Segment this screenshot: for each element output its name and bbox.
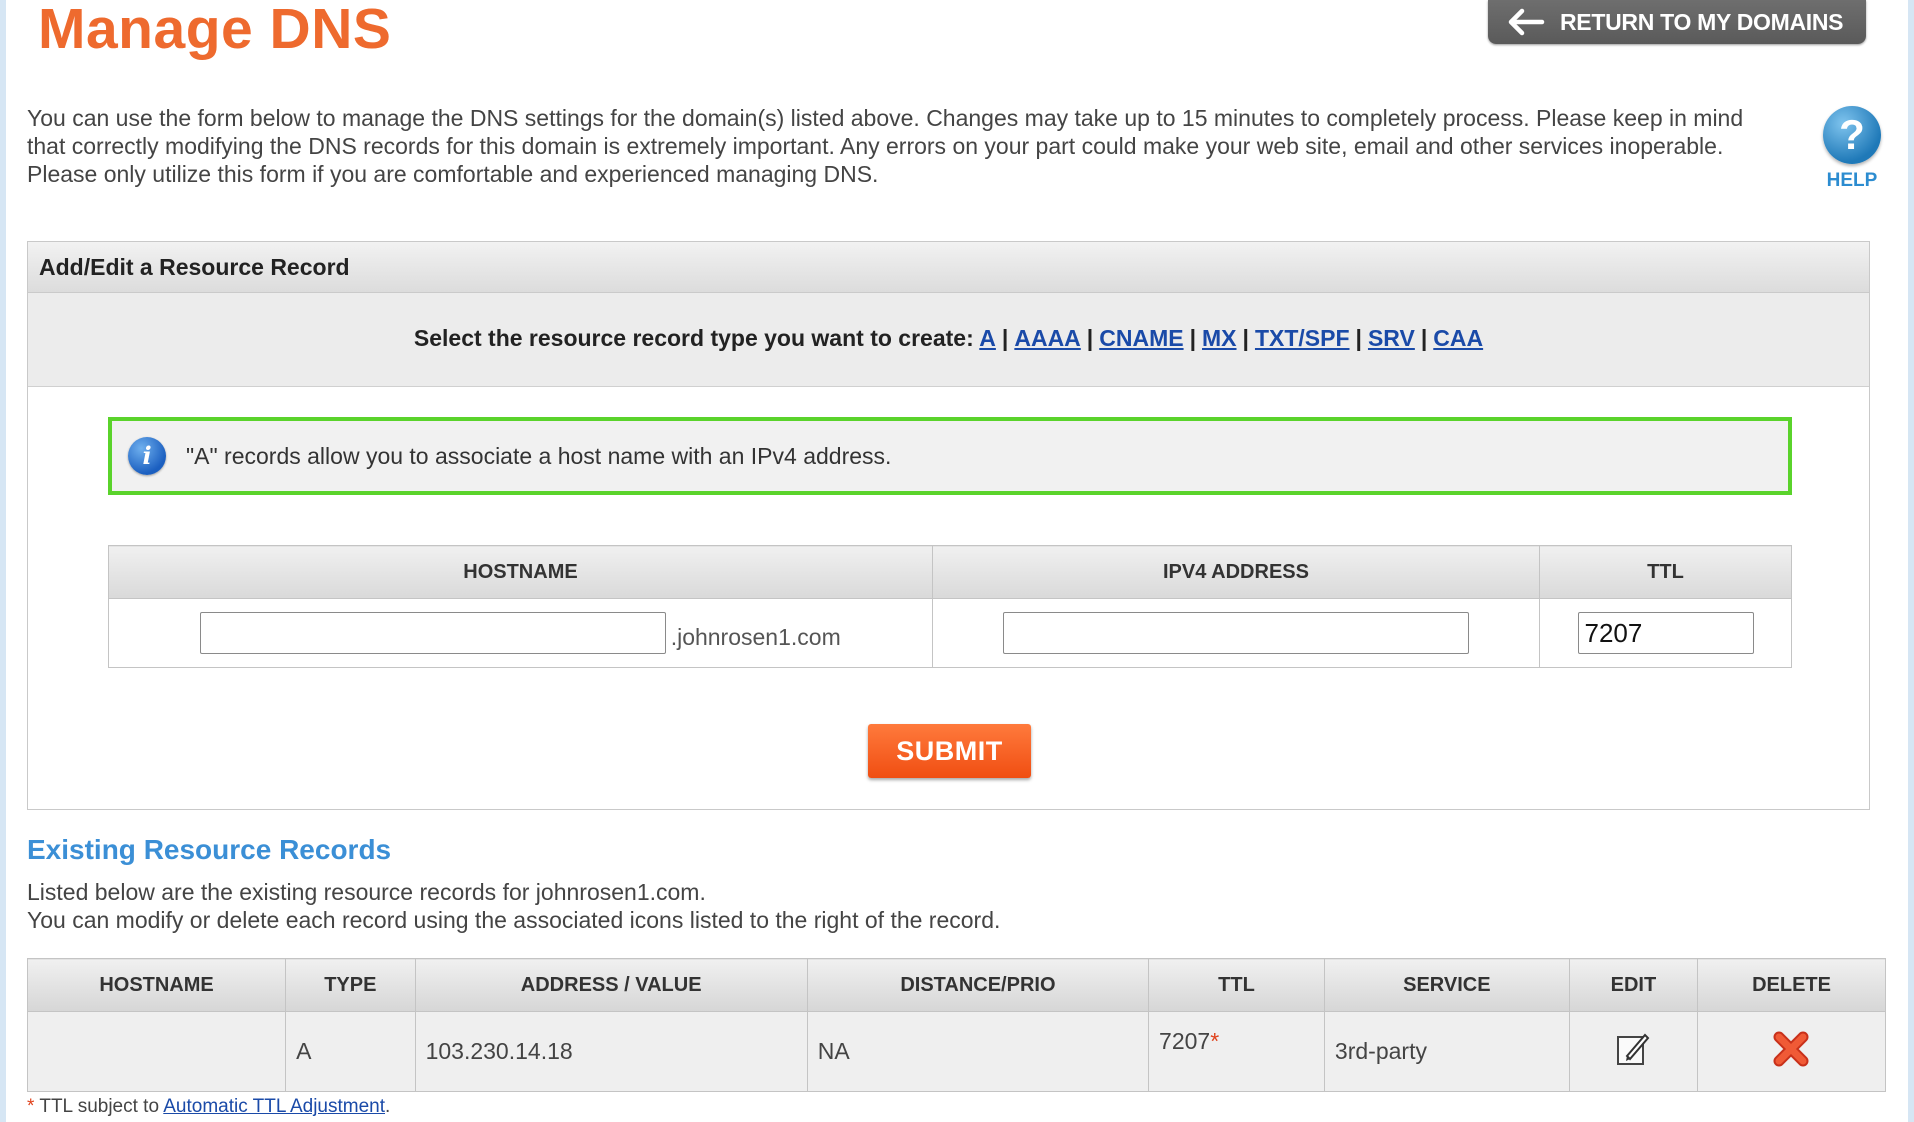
records-header-type: TYPE: [285, 958, 416, 1012]
domain-suffix: .johnrosen1.com: [670, 623, 841, 650]
record-info-text: "A" records allow you to associate a hos…: [186, 442, 892, 469]
record-type-mx-link[interactable]: MX: [1202, 325, 1237, 351]
table-row: A 103.230.14.18 NA 7207* 3rd-party: [27, 1011, 1886, 1092]
record-info-box: i "A" records allow you to associate a h…: [108, 417, 1792, 495]
existing-desc-line2: You can modify or delete each record usi…: [27, 907, 1001, 933]
existing-records-table: HOSTNAME TYPE ADDRESS / VALUE DISTANCE/P…: [27, 958, 1886, 1092]
existing-desc-line1: Listed below are the existing resource r…: [27, 879, 706, 905]
record-value: 103.230.14.18: [414, 1011, 808, 1092]
records-header-hostname: HOSTNAME: [27, 958, 286, 1012]
record-type-aaaa-link[interactable]: AAAA: [1014, 325, 1080, 351]
record-type-selector: Select the resource record type you want…: [28, 293, 1869, 387]
records-header-edit: EDIT: [1568, 958, 1698, 1012]
records-header-ttl: TTL: [1148, 958, 1325, 1012]
pencil-edit-icon[interactable]: [1615, 1031, 1651, 1073]
existing-records-description: Listed below are the existing resource r…: [27, 878, 1000, 934]
ttl-input[interactable]: [1577, 612, 1754, 654]
record-ttl: 7207: [1159, 1028, 1211, 1054]
footnote-end: .: [385, 1096, 391, 1117]
red-x-icon[interactable]: [1771, 1029, 1811, 1075]
records-header-prio: DISTANCE/PRIO: [806, 958, 1149, 1012]
return-to-domains-button[interactable]: RETURN TO MY DOMAINS: [1488, 0, 1866, 44]
record-type-a-link[interactable]: A: [979, 325, 996, 351]
hostname-input[interactable]: [200, 612, 667, 654]
record-form-table: HOSTNAME IPV4 ADDRESS TTL .johnrosen1.co…: [108, 545, 1792, 668]
record-type-prompt: Select the resource record type you want…: [413, 325, 974, 351]
ttl-footnote: * TTL subject to Automatic TTL Adjustmen…: [27, 1096, 390, 1118]
page-title: Manage DNS: [38, 0, 392, 61]
ipv4-input[interactable]: [1002, 612, 1469, 654]
submit-button[interactable]: SUBMIT: [868, 724, 1031, 778]
add-edit-record-panel: Add/Edit a Resource Record Select the re…: [27, 241, 1870, 810]
info-icon: i: [128, 437, 166, 475]
return-button-label: RETURN TO MY DOMAINS: [1560, 8, 1844, 35]
help-label: HELP: [1826, 170, 1878, 191]
ttl-column-header: TTL: [1539, 545, 1792, 599]
question-icon: ?: [1823, 106, 1881, 164]
record-delete-cell: [1697, 1011, 1886, 1092]
ipv4-column-header: IPV4 ADDRESS: [931, 545, 1540, 599]
left-border: [0, 0, 6, 1122]
record-prio: NA: [806, 1011, 1149, 1092]
right-border: [1908, 0, 1914, 1122]
existing-records-title: Existing Resource Records: [27, 834, 392, 865]
record-edit-cell: [1568, 1011, 1698, 1092]
record-type-caa-link[interactable]: CAA: [1433, 325, 1483, 351]
panel-header: Add/Edit a Resource Record: [28, 242, 1869, 293]
footnote-text: TTL subject to: [34, 1096, 164, 1117]
automatic-ttl-adjustment-link[interactable]: Automatic TTL Adjustment: [163, 1096, 385, 1117]
ipv4-cell: [931, 598, 1540, 668]
record-service: 3rd-party: [1323, 1011, 1570, 1092]
record-ttl-asterisk: *: [1210, 1028, 1220, 1054]
ttl-cell: [1539, 598, 1792, 668]
record-type-srv-link[interactable]: SRV: [1368, 325, 1415, 351]
arrow-left-icon: [1508, 8, 1545, 36]
records-header-delete: DELETE: [1697, 958, 1886, 1012]
records-header-service: SERVICE: [1323, 958, 1570, 1012]
record-ttl-cell: 7207*: [1148, 1011, 1325, 1092]
hostname-cell: .johnrosen1.com: [108, 598, 933, 668]
record-type: A: [285, 1011, 416, 1092]
record-hostname: [27, 1011, 286, 1092]
record-type-txt-spf-link[interactable]: TXT/SPF: [1255, 325, 1350, 351]
hostname-column-header: HOSTNAME: [108, 545, 933, 599]
intro-text: You can use the form below to manage the…: [27, 105, 1744, 187]
record-type-cname-link[interactable]: CNAME: [1099, 325, 1183, 351]
help-button[interactable]: ? HELP: [1820, 106, 1884, 192]
records-header-value: ADDRESS / VALUE: [414, 958, 808, 1012]
